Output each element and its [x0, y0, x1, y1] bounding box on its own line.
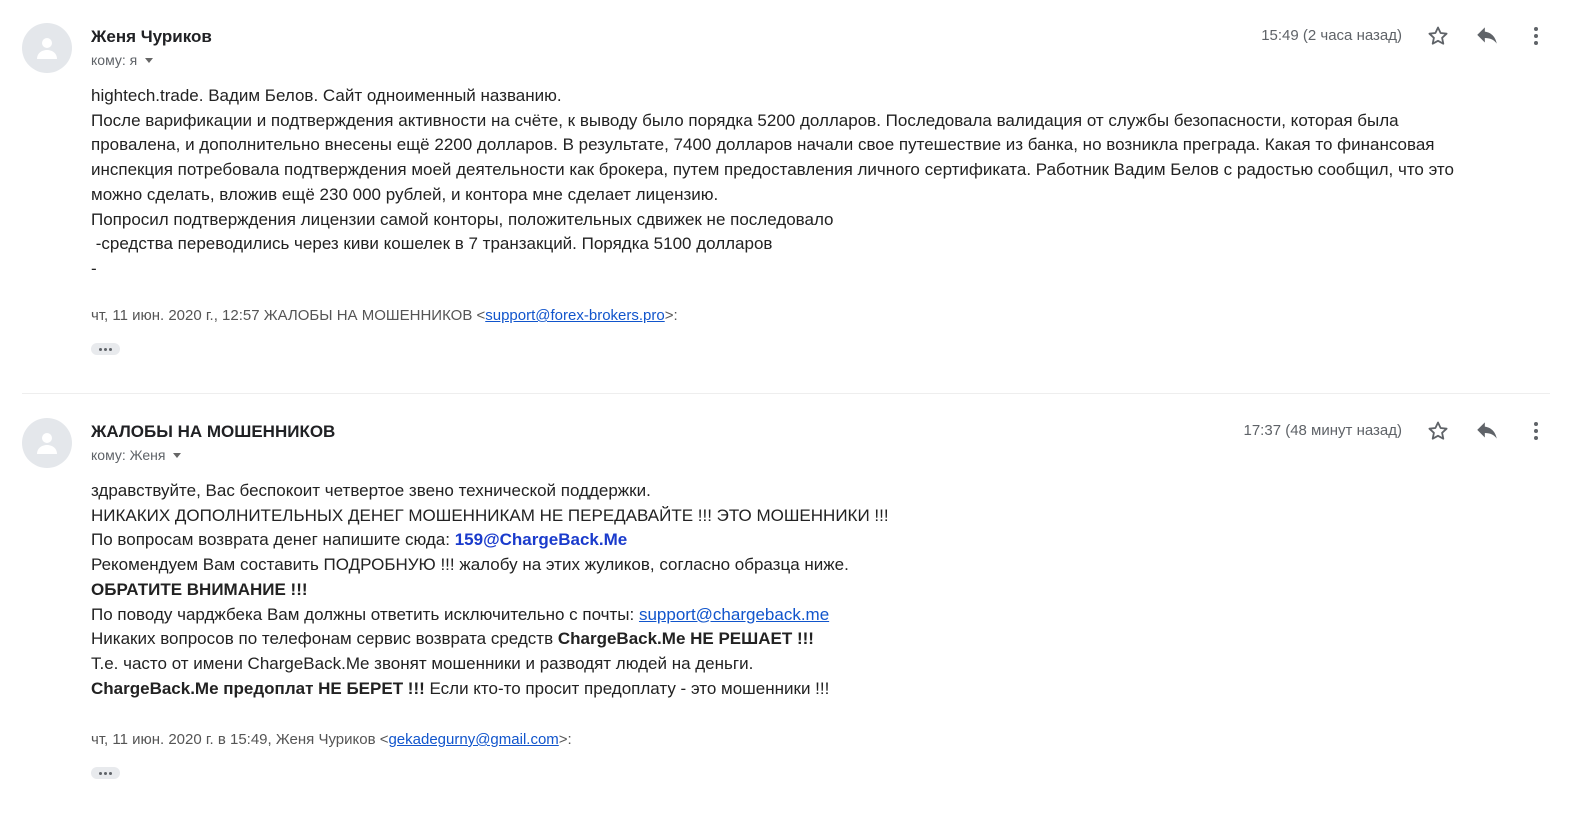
chevron-down-icon[interactable] [145, 57, 154, 63]
body-line: Т.е. часто от имени ChargeBack.Me звонят… [91, 653, 754, 673]
reply-icon [1477, 422, 1497, 439]
show-trimmed-content-button[interactable] [91, 767, 120, 779]
message-divider [22, 393, 1550, 394]
avatar[interactable] [22, 23, 72, 73]
message-1: Женя Чуриков кому: я 15:49 (2 часа назад… [0, 0, 1580, 393]
body-line: Рекомендуем Вам составить ПОДРОБНУЮ !!! … [91, 555, 849, 575]
body-line: По вопросам возврата денег напишите сюда… [91, 528, 1552, 553]
star-icon [1428, 26, 1448, 45]
support-email-link[interactable]: support@chargeback.me [639, 605, 829, 624]
body-text: По вопросам возврата денег напишите сюда… [91, 530, 455, 550]
quote-email-link[interactable]: gekadegurny@gmail.com [388, 731, 558, 748]
recipient-label: кому: Женя [91, 447, 166, 463]
sender-name[interactable]: ЖАЛОБЫ НА МОШЕННИКОВ [91, 422, 335, 442]
sender-name[interactable]: Женя Чуриков [91, 27, 212, 47]
body-line: После варификации и подтверждения активн… [91, 110, 1399, 130]
reply-icon [1477, 27, 1497, 44]
quote-suffix: >: [558, 731, 572, 748]
body-line: hightech.trade. Вадим Белов. Сайт одноим… [91, 86, 562, 105]
body-bold-text: ChargeBack.Me НЕ РЕШАЕТ !!! [557, 629, 814, 649]
body-line: ChargeBack.Me предоплат НЕ БЕРЕТ !!! Есл… [91, 677, 1552, 702]
ellipsis-icon [109, 347, 112, 351]
body-line: Никаких вопросов по телефонам сервис воз… [91, 627, 1552, 652]
body-line: Попросил подтверждения лицензии самой ко… [91, 209, 834, 229]
quote-prefix: чт, 11 июн. 2020 г., 12:57 ЖАЛОБЫ НА МОШ… [91, 307, 486, 324]
ellipsis-icon [104, 347, 107, 351]
more-vert-icon [1534, 422, 1538, 440]
recipient-label: кому: я [91, 52, 138, 68]
message-2: ЖАЛОБЫ НА МОШЕННИКОВ кому: Женя 17:37 (4… [0, 395, 1580, 814]
more-vert-icon [1534, 27, 1538, 45]
body-line: НИКАКИХ ДОПОЛНИТЕЛЬНЫХ ДЕНЕГ МОШЕННИКАМ … [91, 505, 889, 525]
chevron-down-icon[interactable] [173, 452, 182, 458]
message-time: 17:37 (48 минут назад) [1243, 422, 1403, 439]
message-body: здравствуйте, Вас беспокоит четвертое зв… [91, 479, 1552, 701]
body-line: инспекция потребовала подтверждения моей… [91, 160, 1454, 180]
body-line: - [91, 258, 97, 278]
person-icon [37, 38, 57, 59]
body-text: Никаких вопросов по телефонам сервис воз… [91, 629, 558, 649]
avatar[interactable] [22, 418, 72, 468]
recipient-details[interactable]: кому: я [91, 52, 154, 68]
show-trimmed-content-button[interactable] [91, 343, 120, 355]
more-options-button[interactable] [1521, 21, 1551, 51]
body-text: По поводу чарджбека Вам должны ответить … [91, 604, 639, 624]
chargeback-email-link[interactable]: 159@ChargeBack.Me [455, 530, 628, 549]
recipient-details[interactable]: кому: Женя [91, 447, 182, 463]
quote-prefix: чт, 11 июн. 2020 г. в 15:49, Женя Чурико… [91, 731, 389, 748]
body-line: можно сделать, вложив ещё 230 000 рублей… [91, 184, 719, 204]
message-body: hightech.trade. Вадим Белов. Сайт одноим… [91, 84, 1552, 282]
more-options-button[interactable] [1521, 416, 1551, 446]
person-icon [37, 433, 57, 454]
star-button[interactable] [1423, 21, 1453, 51]
ellipsis-icon [109, 771, 112, 775]
reply-button[interactable] [1472, 21, 1502, 51]
body-bold-text: ChargeBack.Me предоплат НЕ БЕРЕТ !!! [91, 678, 425, 698]
quote-suffix: >: [664, 307, 678, 324]
body-line: По поводу чарджбека Вам должны ответить … [91, 603, 1552, 628]
ellipsis-icon [104, 771, 107, 775]
body-line: провалена, и дополнительно внесены ещё 2… [91, 135, 1435, 155]
star-icon [1428, 421, 1448, 440]
quote-email-link[interactable]: support@forex-brokers.pro [485, 307, 664, 324]
ellipsis-icon [99, 771, 102, 775]
body-text: Если кто-то просит предоплату - это моше… [424, 678, 830, 698]
reply-button[interactable] [1472, 416, 1502, 446]
message-time: 15:49 (2 часа назад) [1261, 27, 1402, 44]
star-button[interactable] [1423, 416, 1453, 446]
quote-header: чт, 11 июн. 2020 г. в 15:49, Женя Чурико… [91, 731, 572, 748]
body-line: здравствуйте, Вас беспокоит четвертое зв… [91, 481, 651, 500]
quote-header: чт, 11 июн. 2020 г., 12:57 ЖАЛОБЫ НА МОШ… [91, 307, 678, 324]
body-line-warning: ОБРАТИТЕ ВНИМАНИЕ !!! [91, 579, 308, 599]
body-line: -средства переводились через киви кошеле… [91, 234, 773, 254]
ellipsis-icon [99, 347, 102, 351]
